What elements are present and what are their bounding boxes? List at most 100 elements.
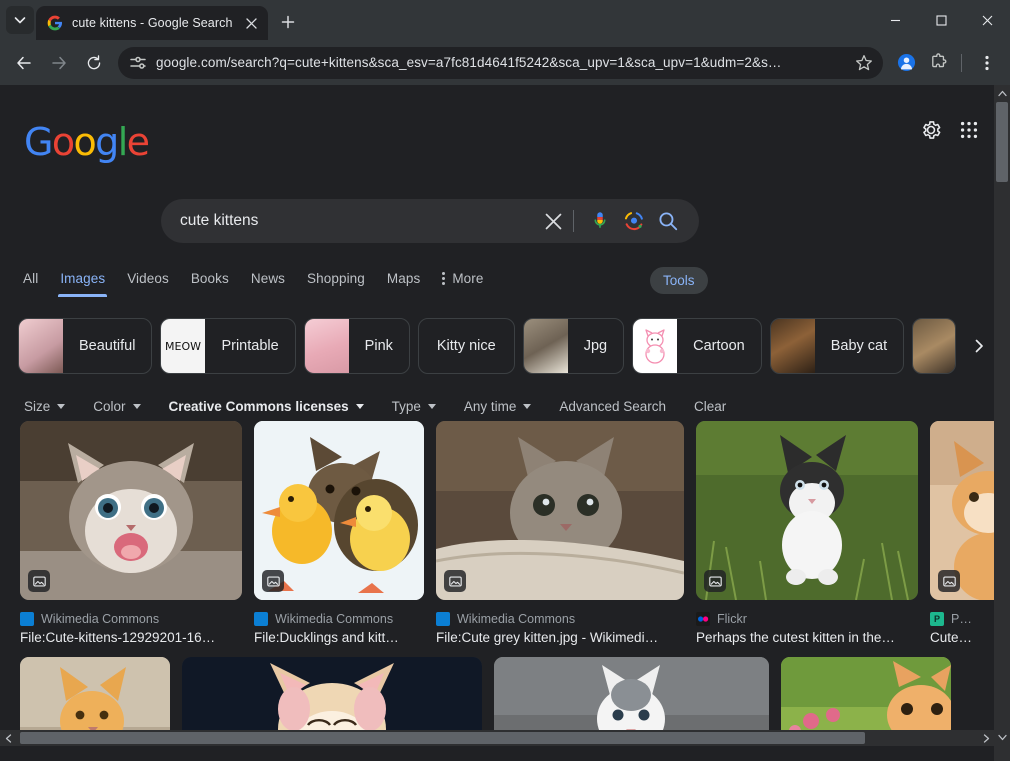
tab-all[interactable]: All — [23, 267, 38, 297]
chip-thumbnail — [304, 319, 349, 373]
filter-label: Size — [24, 398, 51, 414]
result-source-name: Wikimedia Commons — [41, 612, 160, 626]
window-minimize-button[interactable] — [872, 0, 918, 40]
image-result[interactable]: Flickr Perhaps the cutest kitten in the… — [696, 421, 918, 645]
horizontal-scroll-thumb[interactable] — [20, 732, 865, 744]
chip-beautiful[interactable]: Beautiful — [18, 318, 153, 374]
chip-label: Cartoon — [693, 338, 745, 354]
result-meta: P P… Cute… — [930, 600, 994, 645]
search-vertical-tabs: All Images Videos Books News Shopping Ma… — [0, 267, 994, 303]
tools-button[interactable]: Tools — [650, 267, 708, 294]
chips-next-button[interactable] — [964, 318, 994, 374]
google-lens-button[interactable] — [621, 208, 647, 234]
profile-avatar-button[interactable] — [891, 48, 921, 78]
result-title[interactable]: File:Cute grey kitten.jpg - Wikimedi… — [436, 626, 684, 645]
result-thumbnail[interactable] — [930, 421, 994, 600]
scroll-right-button[interactable] — [978, 730, 994, 746]
address-bar[interactable]: google.com/search?q=cute+kittens&sca_esv… — [118, 46, 883, 79]
filter-color[interactable]: Color — [93, 399, 141, 414]
window-controls — [872, 0, 1010, 40]
advanced-search-link[interactable]: Advanced Search — [559, 399, 666, 414]
search-clear-button[interactable] — [540, 208, 566, 234]
apps-grid-icon — [960, 121, 978, 139]
toolbar-divider — [961, 53, 962, 72]
grey-kitten-photo — [436, 421, 684, 600]
tab-maps[interactable]: Maps — [387, 267, 420, 297]
result-thumbnail[interactable] — [696, 421, 918, 600]
tab-videos[interactable]: Videos — [127, 267, 169, 297]
svg-text:MEOW: MEOW — [165, 340, 201, 353]
tab-search-button[interactable] — [6, 6, 34, 34]
image-result[interactable]: Wikimedia Commons File:Cute grey kitten.… — [436, 421, 684, 645]
image-result[interactable]: P P… Cute… — [930, 421, 994, 645]
avatar-icon — [897, 53, 915, 72]
forward-button[interactable] — [43, 47, 75, 79]
chip-jpg[interactable]: Jpg — [522, 318, 625, 374]
horizontal-scrollbar[interactable] — [0, 730, 994, 746]
search-input[interactable] — [180, 212, 540, 230]
filter-size[interactable]: Size — [24, 398, 66, 414]
bookmark-star-icon[interactable] — [853, 52, 875, 74]
settings-gear-button[interactable] — [912, 111, 950, 149]
vertical-scrollbar[interactable] — [994, 85, 1010, 761]
image-badge — [28, 570, 50, 592]
filter-usage-rights[interactable]: Creative Commons licenses — [169, 399, 364, 414]
new-tab-button[interactable] — [274, 8, 302, 36]
chip-printable[interactable]: MEOW Printable — [160, 318, 296, 374]
scroll-left-button[interactable] — [0, 730, 16, 746]
site-settings-icon[interactable] — [128, 53, 148, 73]
tab-shopping[interactable]: Shopping — [307, 267, 365, 297]
result-thumbnail[interactable] — [436, 421, 684, 600]
search-submit-button[interactable] — [655, 208, 681, 234]
image-result[interactable]: Wikimedia Commons File:Ducklings and kit… — [254, 421, 424, 645]
search-icon — [659, 212, 678, 231]
chip-kitty-nice[interactable]: Kitty nice — [417, 318, 515, 374]
filter-type[interactable]: Type — [392, 399, 436, 414]
search-box[interactable] — [161, 199, 699, 243]
window-close-button[interactable] — [964, 0, 1010, 40]
image-badge — [704, 570, 726, 592]
filter-time[interactable]: Any time — [464, 399, 532, 414]
result-source-name: P… — [951, 612, 972, 626]
result-source: Flickr — [696, 612, 918, 626]
scrollbar-corner — [994, 745, 1010, 761]
chip-partial[interactable] — [912, 318, 957, 374]
scroll-up-button[interactable] — [994, 85, 1010, 101]
vertical-scroll-thumb[interactable] — [996, 102, 1008, 182]
result-title[interactable]: File:Cute-kittens-12929201-16… — [20, 626, 242, 645]
arrow-right-icon — [52, 56, 66, 69]
tab-books[interactable]: Books — [191, 267, 229, 297]
tab-more[interactable]: More — [442, 267, 483, 297]
results-row: Wikimedia Commons File:Cute-kittens-1292… — [0, 421, 994, 645]
chip-cartoon[interactable]: Cartoon — [632, 318, 762, 374]
back-button[interactable] — [8, 47, 40, 79]
reload-icon — [87, 54, 101, 69]
google-logo[interactable]: Google — [24, 123, 150, 161]
horizontal-scroll-track[interactable] — [16, 730, 978, 746]
browser-tab[interactable]: cute kittens - Google Search — [36, 6, 268, 40]
result-title[interactable]: Cute… — [930, 626, 994, 645]
result-meta: Wikimedia Commons File:Ducklings and kit… — [254, 600, 424, 645]
extensions-button[interactable] — [923, 48, 953, 78]
result-title[interactable]: Perhaps the cutest kitten in the… — [696, 626, 918, 645]
chip-pink[interactable]: Pink — [303, 318, 410, 374]
tab-news[interactable]: News — [251, 267, 285, 297]
clear-filters-link[interactable]: Clear — [694, 399, 726, 414]
result-thumbnail[interactable] — [254, 421, 424, 600]
reload-button[interactable] — [78, 47, 110, 79]
scroll-down-button[interactable] — [994, 729, 1010, 745]
result-source: Wikimedia Commons — [20, 612, 242, 626]
minimize-icon — [890, 19, 900, 21]
tab-images[interactable]: Images — [58, 267, 108, 297]
voice-search-button[interactable] — [587, 208, 613, 234]
result-source-name: Flickr — [717, 612, 747, 626]
image-badge — [938, 570, 960, 592]
result-title[interactable]: File:Ducklings and kitt… — [254, 626, 424, 645]
image-result[interactable]: Wikimedia Commons File:Cute-kittens-1292… — [20, 421, 242, 645]
chrome-menu-button[interactable] — [972, 48, 1002, 78]
chip-baby-cat[interactable]: Baby cat — [769, 318, 905, 374]
window-maximize-button[interactable] — [918, 0, 964, 40]
tab-close-button[interactable] — [242, 14, 260, 32]
result-thumbnail[interactable] — [20, 421, 242, 600]
google-apps-button[interactable] — [950, 111, 988, 149]
